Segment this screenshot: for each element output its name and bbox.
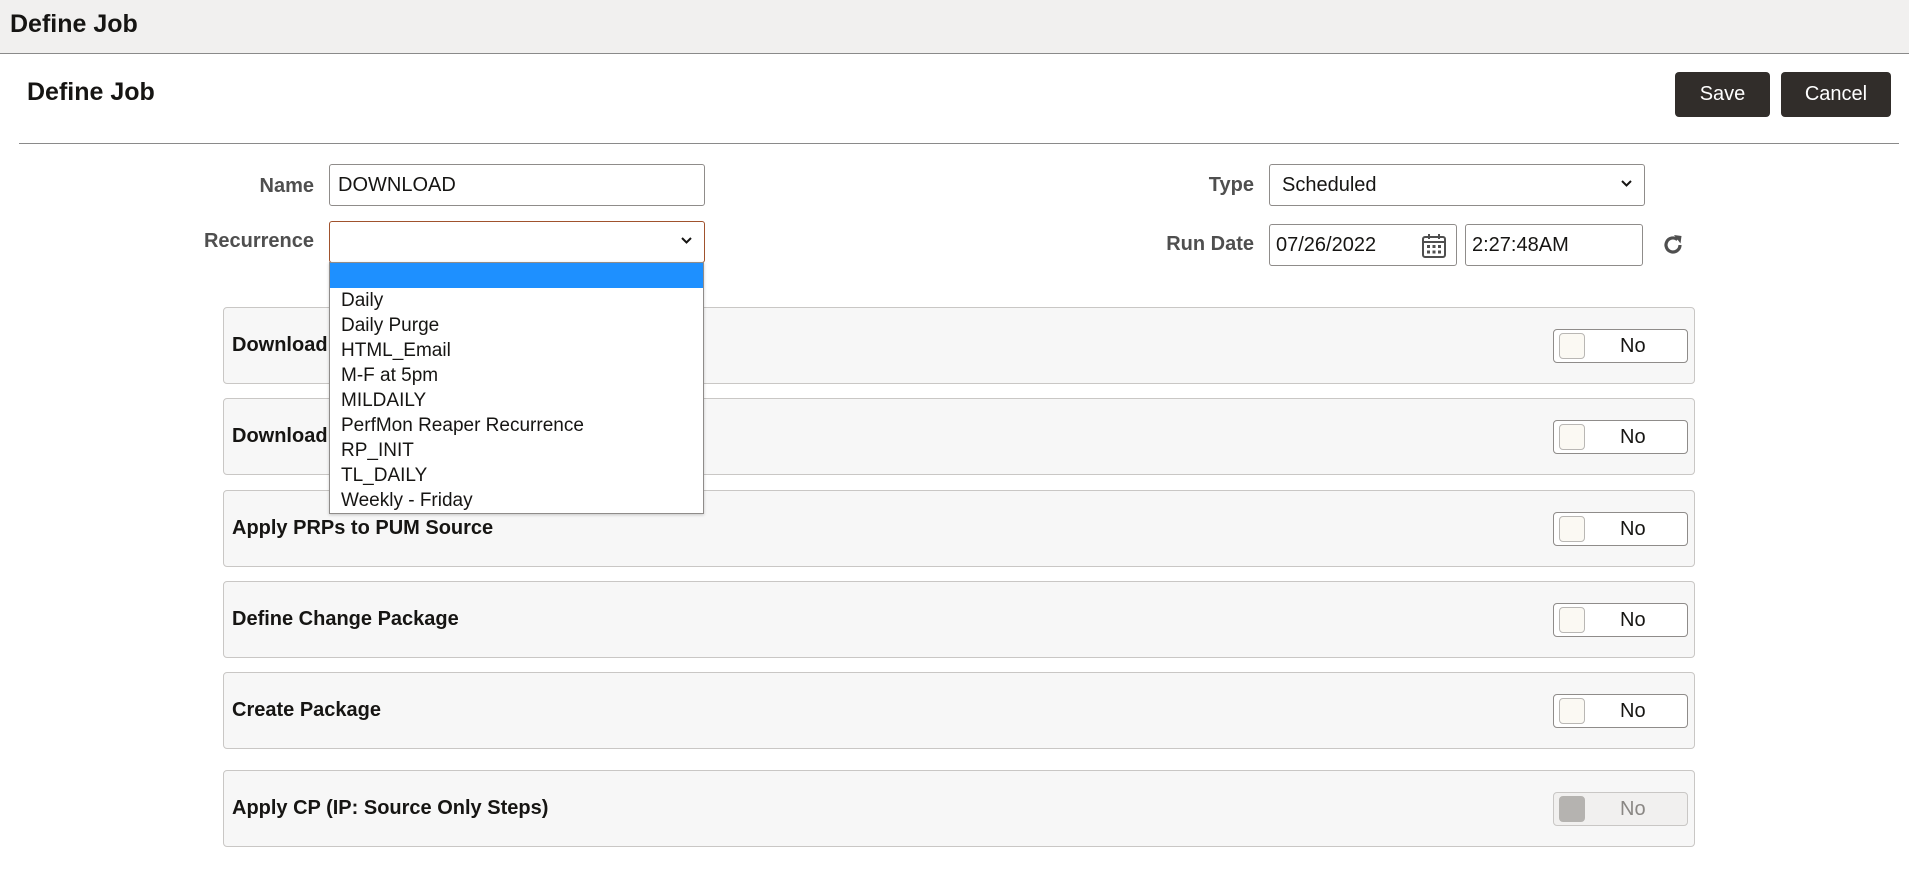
top-bar: Define Job [0, 0, 1909, 54]
step-toggle[interactable]: No [1553, 420, 1688, 454]
step-label: Apply PRPs to PUM Source [232, 517, 494, 539]
toggle-knob [1559, 698, 1585, 724]
dropdown-option[interactable]: PerfMon Reaper Recurrence [330, 413, 703, 438]
type-select-value: Scheduled [1282, 174, 1377, 196]
cancel-button[interactable]: Cancel [1781, 72, 1891, 117]
chevron-down-icon [681, 235, 692, 246]
top-bar-title: Define Job [10, 10, 138, 38]
step-label: Download [232, 334, 328, 356]
step-toggle-disabled: No [1553, 792, 1688, 826]
toggle-knob [1559, 796, 1585, 822]
toggle-text: No [1620, 798, 1646, 820]
step-label: Create Package [232, 699, 381, 721]
toggle-text: No [1620, 700, 1646, 722]
step-label: Apply CP (IP: Source Only Steps) [232, 797, 549, 819]
header-divider [19, 143, 1899, 144]
toggle-knob [1559, 424, 1585, 450]
step-panel: Apply CP (IP: Source Only Steps) No [223, 770, 1695, 847]
toggle-text: No [1620, 609, 1646, 631]
toggle-knob [1559, 607, 1585, 633]
step-panel: Create Package No [223, 672, 1695, 749]
dropdown-option[interactable]: MILDAILY [330, 388, 703, 413]
dropdown-option[interactable]: TL_DAILY [330, 463, 703, 488]
dropdown-option[interactable]: Daily Purge [330, 313, 703, 338]
run-time-input[interactable]: 2:27:48AM [1465, 224, 1643, 266]
name-input[interactable]: DOWNLOAD [329, 164, 705, 206]
type-label: Type [1208, 174, 1254, 196]
step-toggle[interactable]: No [1553, 329, 1688, 363]
step-panel: Define Change Package No [223, 581, 1695, 658]
recurrence-dropdown-list: Daily Daily Purge HTML_Email M-F at 5pm … [329, 262, 704, 514]
save-button[interactable]: Save [1675, 72, 1770, 117]
recurrence-select[interactable] [329, 221, 705, 263]
recurrence-label: Recurrence [203, 230, 314, 252]
step-toggle[interactable]: No [1553, 603, 1688, 637]
chevron-down-icon [1621, 178, 1632, 189]
page-title: Define Job [27, 78, 155, 106]
dropdown-option[interactable]: M-F at 5pm [330, 363, 703, 388]
step-toggle[interactable]: No [1553, 512, 1688, 546]
toggle-text: No [1620, 518, 1646, 540]
type-select[interactable]: Scheduled [1269, 164, 1645, 206]
dropdown-option[interactable] [330, 263, 703, 288]
name-label: Name [259, 175, 314, 197]
refresh-icon[interactable] [1660, 232, 1686, 258]
toggle-text: No [1620, 335, 1646, 357]
run-date-label: Run Date [1166, 233, 1254, 255]
run-date-input[interactable]: 07/26/2022 [1269, 224, 1457, 266]
dropdown-option[interactable]: Daily [330, 288, 703, 313]
step-label: Define Change Package [232, 608, 459, 630]
toggle-knob [1559, 333, 1585, 359]
run-date-value: 07/26/2022 [1276, 234, 1377, 256]
dropdown-option[interactable]: Weekly - Friday [330, 488, 703, 513]
calendar-icon[interactable] [1420, 232, 1448, 260]
toggle-text: No [1620, 426, 1646, 448]
step-label: Download [232, 425, 328, 447]
step-toggle[interactable]: No [1553, 694, 1688, 728]
toggle-knob [1559, 516, 1585, 542]
dropdown-option[interactable]: RP_INIT [330, 438, 703, 463]
dropdown-option[interactable]: HTML_Email [330, 338, 703, 363]
